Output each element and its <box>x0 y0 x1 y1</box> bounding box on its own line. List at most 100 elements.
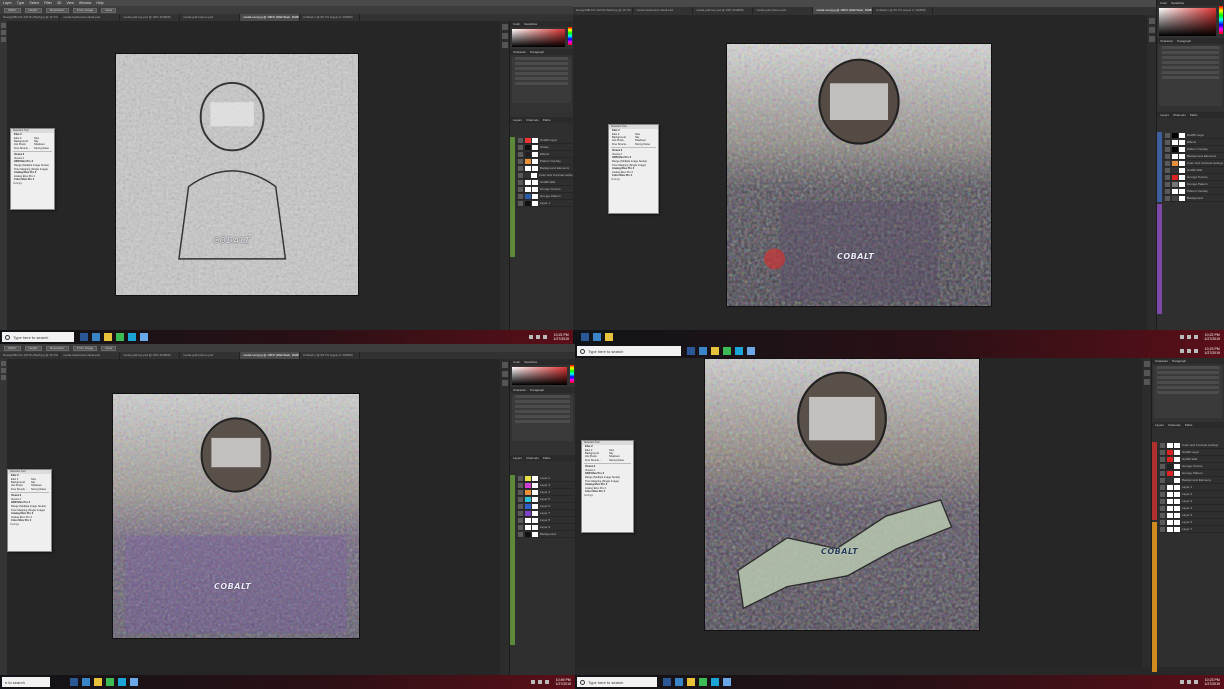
doc-tab[interactable]: DesignMB-CO-1AT-B-c5a2f.jpg @ 16.7% (RGB… <box>0 14 60 21</box>
eye-icon[interactable] <box>518 524 523 530</box>
eye-icon[interactable] <box>518 517 523 523</box>
panel-icon[interactable] <box>501 371 508 377</box>
network-icon[interactable] <box>536 335 541 339</box>
field[interactable] <box>1157 381 1219 384</box>
photoshop-icon[interactable] <box>593 333 601 341</box>
task-view-icon[interactable] <box>581 333 589 341</box>
layer-row[interactable]: Background Elements <box>1158 477 1224 484</box>
tool-icon[interactable] <box>1 361 6 366</box>
tab-paths[interactable]: Paths <box>1185 423 1193 427</box>
tab-layers[interactable]: Layers <box>513 118 522 122</box>
tab-character[interactable]: Character <box>1155 359 1168 363</box>
chrome-icon[interactable] <box>116 333 124 341</box>
field[interactable] <box>515 82 568 85</box>
layer-row[interactable]: Layer 7 <box>1158 526 1224 533</box>
network-icon[interactable] <box>1187 349 1192 353</box>
layer-row[interactable]: Layer 4 <box>1158 505 1224 512</box>
panel-icon[interactable] <box>501 24 508 30</box>
menu-window[interactable]: Window <box>79 1 91 5</box>
task-view-icon[interactable] <box>663 678 671 686</box>
doc-tab[interactable]: Untitled-1 @ 66.7% (Layer 0, RGB/8) <box>300 14 360 21</box>
tab-layers[interactable]: Layers <box>1160 113 1169 117</box>
taskbar-search[interactable]: Type here to search <box>577 677 657 687</box>
field[interactable] <box>1162 66 1219 69</box>
task-view-icon[interactable] <box>70 678 78 686</box>
tray-icon[interactable] <box>531 680 536 684</box>
layer-row[interactable]: Pattern Overlay <box>1163 188 1224 195</box>
layer-row[interactable]: Layer 6 <box>516 503 575 510</box>
layer-row[interactable]: Pattern Overlay <box>1163 146 1224 153</box>
doc-tab[interactable]: DesignMB-CO-1AT-B-c5a2f.jpg @ 16.7% (RGB… <box>0 352 60 359</box>
file-explorer-icon[interactable] <box>94 678 102 686</box>
eye-icon[interactable] <box>518 137 523 143</box>
layer-row[interactable]: Graffiti Layer <box>1163 132 1224 139</box>
hue-slider[interactable] <box>568 27 572 45</box>
doc-tab-active[interactable]: model-cool.jpg @ 100% (Wall Stain, RGB/8… <box>240 14 300 21</box>
layer-row[interactable]: Layer 5 <box>1158 512 1224 519</box>
tab-paths[interactable]: Paths <box>543 456 551 460</box>
volume-icon[interactable] <box>545 680 550 684</box>
option-label[interactable]: Strong Noise <box>635 143 658 146</box>
app-icon[interactable] <box>118 678 126 686</box>
eye-icon[interactable] <box>1165 153 1170 159</box>
tab-character[interactable]: Character <box>513 388 526 392</box>
eye-icon[interactable] <box>1160 442 1165 448</box>
clear-button[interactable]: Clear <box>101 345 117 351</box>
doc-tab[interactable]: Untitled-1 @ 66.7% (Layer 0, RGB/8) <box>300 352 360 359</box>
tool-icon[interactable] <box>1 30 6 35</box>
menu-3d[interactable]: 3D <box>57 1 61 5</box>
option-label[interactable]: Fine Structu... <box>612 143 635 146</box>
artwork-canvas[interactable]: COBALT <box>115 53 359 296</box>
tab-paragraph[interactable]: Paragraph <box>1177 39 1191 43</box>
tab-channels[interactable]: Channels <box>1173 113 1186 117</box>
taskbar-clock[interactable]: 10:49 PM 1/27/2019 <box>555 678 571 686</box>
layer-row[interactable]: Background Elements <box>516 165 573 172</box>
field[interactable] <box>515 77 568 80</box>
eye-icon[interactable] <box>518 200 523 206</box>
tray-icon[interactable] <box>1180 680 1185 684</box>
field[interactable] <box>515 72 568 75</box>
layer-row[interactable]: Background <box>516 531 575 538</box>
file-explorer-icon[interactable] <box>104 333 112 341</box>
eye-icon[interactable] <box>1160 484 1165 490</box>
layer-row[interactable]: Color and Contrast settings <box>516 172 573 179</box>
eye-icon[interactable] <box>1160 498 1165 504</box>
panel-icon[interactable] <box>501 380 508 386</box>
panel-icon[interactable] <box>1143 379 1150 385</box>
tab-paths[interactable]: Paths <box>543 118 551 122</box>
eye-icon[interactable] <box>1165 139 1170 145</box>
tab-character[interactable]: Character <box>513 50 526 54</box>
eye-icon[interactable] <box>1160 491 1165 497</box>
doc-tab[interactable]: model-grid-top.psd @ 33% (RGB/8) <box>120 14 180 21</box>
doc-tab[interactable]: model-grid-top.psd @ 33% (RGB/8) <box>120 352 180 359</box>
tab-color[interactable]: Color <box>1160 1 1167 5</box>
layer-row[interactable]: Effects <box>516 151 573 158</box>
field[interactable] <box>1162 51 1219 54</box>
eye-icon[interactable] <box>1165 195 1170 201</box>
front-image-button[interactable]: Front Image <box>73 345 98 351</box>
task-view-icon[interactable] <box>80 333 88 341</box>
tab-paragraph[interactable]: Paragraph <box>530 388 544 392</box>
eye-icon[interactable] <box>1160 470 1165 476</box>
layer-row[interactable]: Layer 2 <box>1158 491 1224 498</box>
menu-layer[interactable]: Layer <box>3 1 12 5</box>
chrome-icon[interactable] <box>106 678 114 686</box>
app-icon[interactable] <box>128 333 136 341</box>
photoshop-icon[interactable] <box>92 333 100 341</box>
layer-row[interactable]: Layer 4 <box>516 489 575 496</box>
taskbar-clock[interactable]: 10:23 PM 1/27/2019 <box>1204 678 1220 686</box>
panel-icon[interactable] <box>501 42 508 48</box>
layer-row[interactable]: Pattern Overlay <box>516 158 573 165</box>
menu-select[interactable]: Select <box>29 1 39 5</box>
layer-row[interactable]: Layer 8 <box>516 517 575 524</box>
resolution-field[interactable]: Resolution: <box>46 345 70 351</box>
app-icon[interactable] <box>723 678 731 686</box>
doc-tab[interactable]: model-grid-bottom.psd <box>180 14 240 21</box>
field[interactable] <box>1157 376 1219 379</box>
layer-row[interactable]: Graffiti Layer <box>1158 449 1224 456</box>
eye-icon[interactable] <box>1165 188 1170 194</box>
tool-icon[interactable] <box>1 375 6 380</box>
volume-icon[interactable] <box>1194 335 1199 339</box>
tab-character[interactable]: Character <box>1160 39 1173 43</box>
hue-slider[interactable] <box>1219 6 1223 34</box>
